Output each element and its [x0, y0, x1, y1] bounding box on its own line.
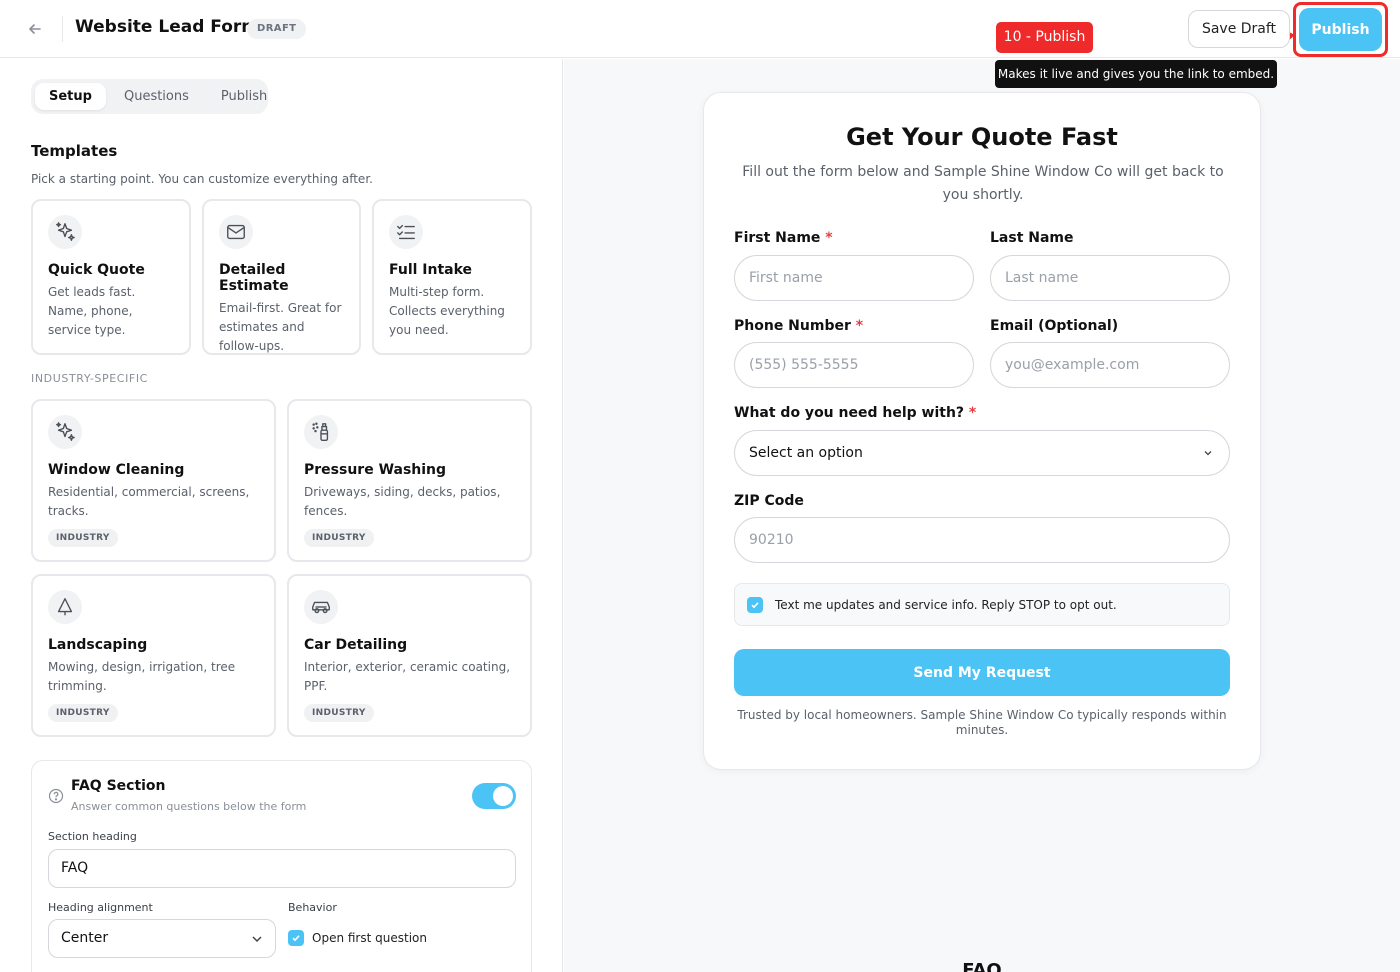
card-title: Landscaping — [48, 637, 148, 653]
publish-button[interactable]: Publish — [1299, 8, 1382, 51]
step-badge: 10 - Publish — [996, 22, 1093, 53]
tree-icon — [48, 590, 82, 624]
templates-subtitle: Pick a starting point. You can customize… — [31, 172, 373, 186]
label-text: First Name — [734, 230, 821, 246]
card-description: Email-first. Great for estimates and fol… — [219, 301, 342, 353]
card-title: Full Intake — [389, 262, 473, 278]
form-title: Website Lead Form — [75, 17, 259, 37]
tab-publish[interactable]: Publish — [207, 83, 281, 110]
last-name-input[interactable] — [990, 255, 1230, 301]
zip-input[interactable] — [734, 517, 1230, 563]
save-draft-button[interactable]: Save Draft — [1188, 10, 1290, 48]
faq-toggle[interactable] — [472, 783, 516, 809]
industry-card-window-cleaning[interactable]: Window Cleaning Residential, commercial,… — [31, 399, 276, 562]
send-request-button[interactable]: Send My Request — [734, 649, 1230, 696]
lead-form-preview: Get Your Quote Fast Fill out the form be… — [703, 92, 1261, 770]
spray-bottle-icon — [304, 415, 338, 449]
help-circle-icon — [48, 788, 64, 804]
card-description: Get leads fast. Name, phone, service typ… — [48, 285, 136, 337]
alignment-value: Center — [61, 930, 109, 946]
label-text: Phone Number — [734, 318, 851, 334]
card-description: Interior, exterior, ceramic coating, PPF… — [304, 660, 511, 693]
form-heading: Get Your Quote Fast — [846, 123, 1118, 151]
required-mark: * — [968, 405, 977, 421]
tab-setup[interactable]: Setup — [35, 83, 106, 110]
checkbox-checked[interactable] — [288, 930, 304, 946]
select-value: Select an option — [749, 445, 863, 461]
sparkles-icon — [48, 215, 82, 249]
consent-text: Text me updates and service info. Reply … — [775, 597, 1117, 612]
check-icon — [292, 935, 300, 942]
sparkles-icon — [48, 415, 82, 449]
industry-heading: INDUSTRY-SPECIFIC — [31, 372, 148, 385]
back-arrow-icon[interactable] — [24, 18, 46, 40]
car-icon — [304, 590, 338, 624]
top-bar: Website Lead Form DRAFT 10 - Publish Sav… — [0, 0, 1400, 58]
status-badge: DRAFT — [247, 19, 307, 39]
last-name-label: Last Name — [990, 230, 1074, 246]
template-card-quick-quote[interactable]: Quick Quote Get leads fast. Name, phone,… — [31, 199, 191, 355]
card-description: Driveways, siding, decks, patios, fences… — [304, 485, 501, 518]
publish-tooltip: Makes it live and gives you the link to … — [995, 60, 1277, 88]
industry-card-landscaping[interactable]: Landscaping Mowing, design, irrigation, … — [31, 574, 276, 737]
faq-section-title: FAQ Section — [71, 778, 166, 794]
card-description: Multi-step form. Collects everything you… — [389, 285, 505, 337]
first-name-input[interactable] — [734, 255, 974, 301]
card-description: Residential, commercial, screens, tracks… — [48, 485, 250, 518]
sms-consent[interactable]: Text me updates and service info. Reply … — [734, 583, 1230, 626]
card-title: Car Detailing — [304, 637, 408, 653]
template-card-full-intake[interactable]: Full Intake Multi-step form. Collects ev… — [372, 199, 532, 355]
consent-checkbox[interactable] — [747, 596, 763, 613]
service-select[interactable]: Select an option — [734, 430, 1230, 476]
behavior-option-label: Open first question — [312, 931, 427, 945]
heading-alignment-select[interactable]: Center — [48, 919, 276, 958]
behavior-label: Behavior — [288, 901, 337, 914]
faq-section-subtitle: Answer common questions below the form — [71, 800, 307, 813]
required-mark: * — [825, 230, 833, 246]
tab-bar: Setup Questions Publish — [31, 79, 268, 114]
chevron-down-icon — [1204, 451, 1212, 456]
first-name-label: First Name * — [734, 230, 833, 246]
trust-note: Trusted by local homeowners. Sample Shin… — [737, 708, 1227, 737]
toggle-knob — [493, 786, 513, 806]
form-subtitle: Fill out the form below and Sample Shine… — [742, 164, 1224, 203]
divider — [62, 16, 63, 42]
template-card-detailed-estimate[interactable]: Detailed Estimate Email-first. Great for… — [202, 199, 361, 355]
card-description: Mowing, design, irrigation, tree trimmin… — [48, 660, 236, 693]
email-label: Email (Optional) — [990, 318, 1119, 334]
email-input[interactable] — [990, 342, 1230, 388]
settings-panel: Setup Questions Publish Templates Pick a… — [0, 59, 563, 972]
label-text: What do you need help with? — [734, 405, 965, 421]
card-title: Detailed Estimate — [219, 262, 289, 294]
industry-card-pressure-washing[interactable]: Pressure Washing Driveways, siding, deck… — [287, 399, 532, 562]
card-title: Window Cleaning — [48, 462, 185, 478]
faq-settings-card: FAQ Section Answer common questions belo… — [31, 760, 532, 972]
chevron-down-icon — [252, 936, 262, 943]
industry-badge: INDUSTRY — [304, 704, 374, 722]
required-mark: * — [855, 318, 864, 334]
section-heading-label: Section heading — [48, 830, 137, 843]
heading-alignment-label: Heading alignment — [48, 901, 153, 914]
checklist-icon — [389, 215, 423, 249]
mail-icon — [219, 215, 253, 249]
industry-badge: INDUSTRY — [48, 529, 118, 547]
phone-label: Phone Number * — [734, 318, 863, 334]
help-label: What do you need help with? * — [734, 405, 976, 421]
industry-badge: INDUSTRY — [48, 704, 118, 722]
form-preview-area: Get Your Quote Fast Fill out the form be… — [564, 59, 1400, 972]
templates-heading: Templates — [31, 142, 118, 160]
tab-questions[interactable]: Questions — [110, 83, 203, 110]
phone-input[interactable] — [734, 342, 974, 388]
faq-preview-heading: FAQ — [962, 960, 1002, 972]
zip-label: ZIP Code — [734, 493, 804, 509]
card-title: Pressure Washing — [304, 462, 447, 478]
industry-card-car-detailing[interactable]: Car Detailing Interior, exterior, cerami… — [287, 574, 532, 737]
open-first-question-option[interactable]: Open first question — [288, 930, 427, 946]
card-title: Quick Quote — [48, 262, 145, 278]
industry-badge: INDUSTRY — [304, 529, 374, 547]
check-icon — [751, 601, 759, 608]
section-heading-input[interactable]: FAQ — [48, 849, 516, 888]
